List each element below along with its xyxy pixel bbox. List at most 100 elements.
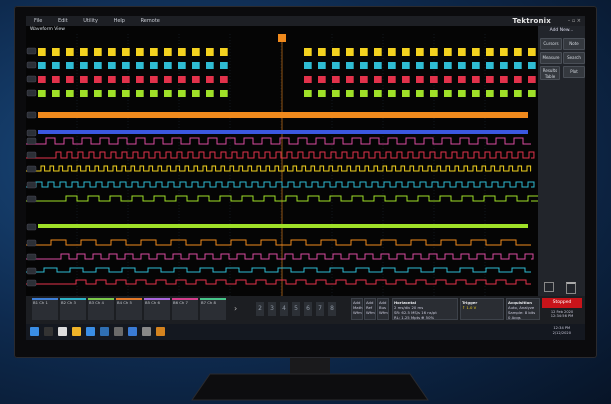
trace-ch2 [178,62,186,69]
trace-ch4 [178,90,186,97]
trace-ch4 [500,90,508,97]
channel-badge-2[interactable]: B2 Ch 3 [60,298,86,320]
trace-ch4 [402,90,410,97]
trace-ch2 [108,62,116,69]
bus-trace-blue [38,130,528,134]
trace-orange-2 [26,239,531,246]
channel-badge-6[interactable]: B6 Ch 7 [172,298,198,320]
menu-remote[interactable]: Remote [141,18,160,24]
trash-icon[interactable] [566,282,576,294]
trace-ch2 [458,62,466,69]
trace-ch2 [192,62,200,69]
trace-ch2 [80,62,88,69]
trigger-panel[interactable]: Trigger ↑ 1.0 V [460,298,504,320]
channel-number-7[interactable]: 7 [316,302,324,316]
resize-icon[interactable] [544,282,554,292]
search-icon[interactable] [44,327,53,336]
channel-badge-7[interactable]: B7 Ch 8 [200,298,226,320]
trace-cyan-3 [26,267,531,273]
trace-ch3 [472,76,480,83]
channel-number-5[interactable]: 5 [292,302,300,316]
trace-ch2 [136,62,144,69]
trace-ch1 [80,48,88,56]
add-bus-button[interactable]: Add Bus Wfm [377,298,389,320]
trace-ch2 [374,62,382,69]
trace-ch3 [528,76,536,83]
acquisition-line-3: 0 Acqs [508,315,521,320]
trace-ch2 [220,62,228,69]
trace-ch3 [374,76,382,83]
app-icon-6[interactable] [142,327,151,336]
channel-label-4 [26,89,37,97]
channel-number-2[interactable]: 2 [256,302,264,316]
oscilloscope-screen: File Edit Utility Help Remote Tektronix … [26,16,585,340]
trace-ch1 [528,48,536,56]
app-icon-1[interactable] [58,327,67,336]
scroll-right-icon[interactable]: › [234,304,237,313]
channel-label-1 [26,47,37,55]
trace-ch2 [52,62,60,69]
trace-ch3 [136,76,144,83]
horizontal-panel[interactable]: Horizontal 2 ms/div 20 ms SR: 62.5 MS/s … [392,298,458,320]
search-button[interactable]: Search [563,52,585,64]
menu-file[interactable]: File [34,18,42,24]
results-table-button[interactable]: Results Table [540,66,560,80]
measure-button[interactable]: Measure [540,52,562,64]
folder-icon[interactable] [72,327,81,336]
window-controls[interactable]: – ▫ × [568,16,581,26]
menu-help[interactable]: Help [114,18,125,24]
add-ref-button[interactable]: Add Ref Wfm [364,298,376,320]
trace-ch1 [486,48,494,56]
waveform-view[interactable]: Waveform View [26,26,538,296]
trace-ch2 [318,62,326,69]
bottom-control-bar: B1 Ch 1 B2 Ch 3 B3 Ch 4 B4 Ch 5 B5 Ch 6 B6 Ch… [26,296,585,324]
trace-ch1 [52,48,60,56]
trace-ch1 [430,48,438,56]
trace-ch4 [136,90,144,97]
trace-red-2 [26,151,535,159]
note-button[interactable]: Note [563,38,585,50]
channel-label-12 [26,223,37,231]
menu-utility[interactable]: Utility [83,18,98,24]
trace-ch3 [108,76,116,83]
trace-ch3 [318,76,326,83]
channel-badge-1[interactable]: B1 Ch 1 [32,298,58,320]
trigger-marker-icon [278,34,286,42]
trace-yellow-2 [26,165,532,172]
channel-badge-4[interactable]: B4 Ch 5 [116,298,142,320]
trace-ch4 [318,90,326,97]
plot-button[interactable]: Plot [563,66,585,78]
trace-ch4 [220,90,228,97]
add-math-button[interactable]: Add Math Wfm [351,298,363,320]
trace-lime-solid [38,224,528,228]
trace-ch3 [416,76,424,83]
scope-app-icon[interactable] [156,327,165,336]
trace-ch1 [304,48,312,56]
channel-number-4[interactable]: 4 [280,302,288,316]
channel-number-3[interactable]: 3 [268,302,276,316]
acquisition-panel[interactable]: Acquisition Auto, Analyze Sample: 8 bits… [506,298,540,320]
channel-label-11 [26,195,37,203]
stopped-button[interactable]: Stopped [542,298,582,308]
trace-ch3 [500,76,508,83]
app-icon-4[interactable] [114,327,123,336]
trace-ch1 [178,48,186,56]
trace-ch4 [192,90,200,97]
app-icon-3[interactable] [100,327,109,336]
menu-edit[interactable]: Edit [58,18,68,24]
channel-badge-5[interactable]: B5 Ch 6 [144,298,170,320]
start-icon[interactable] [30,327,39,336]
trace-ch3 [486,76,494,83]
channel-number-8[interactable]: 8 [328,302,336,316]
trace-ch3 [514,76,522,83]
app-icon-2[interactable] [86,327,95,336]
channel-number-6[interactable]: 6 [304,302,312,316]
monitor-stand [191,358,429,401]
date-time-display: 12 Feb 2020 12:34:56 PM [550,310,574,318]
cursors-button[interactable]: Cursors [540,38,562,50]
trace-ch3 [430,76,438,83]
channel-badge-3[interactable]: B3 Ch 4 [88,298,114,320]
app-icon-5[interactable] [128,327,137,336]
trace-ch4 [80,90,88,97]
trace-ch4 [206,90,214,97]
